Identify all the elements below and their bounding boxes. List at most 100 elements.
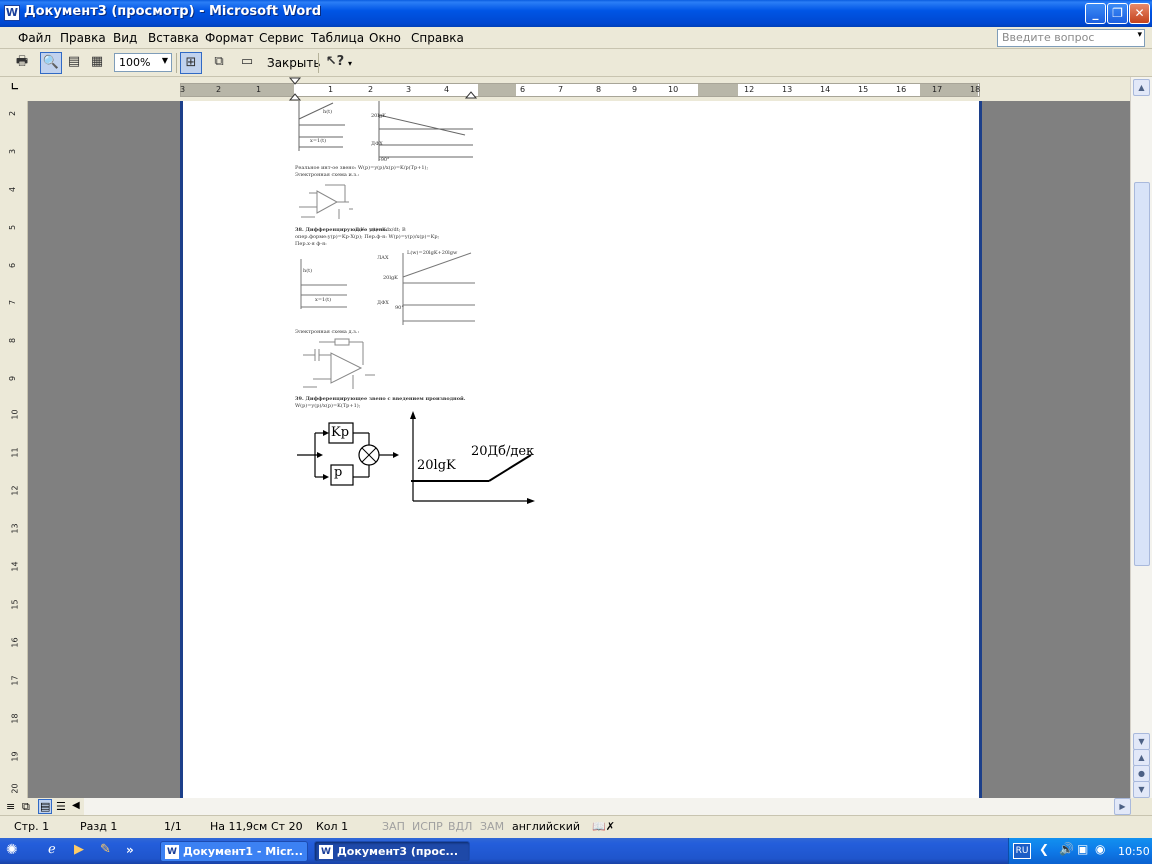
start-icon[interactable]: ✺ — [6, 842, 18, 858]
tab-stop-selector[interactable]: ∟ — [8, 82, 22, 96]
quicklaunch-more-icon[interactable]: » — [126, 843, 134, 857]
ruler-label: 3 — [180, 85, 186, 94]
status-line: Ст 20 — [271, 820, 303, 833]
outline-view-icon[interactable]: ☰ — [56, 800, 66, 813]
ruler-label: 3 — [8, 148, 18, 155]
close-button[interactable]: ✕ — [1129, 3, 1150, 24]
status-extend[interactable]: ВДЛ — [448, 820, 472, 833]
ask-question-input[interactable]: Введите вопрос ▾ — [997, 29, 1145, 47]
figure-label: 20lgK — [371, 113, 386, 119]
language-indicator[interactable]: RU — [1013, 843, 1031, 859]
select-browse-object-icon[interactable]: ● — [1133, 765, 1150, 782]
document-page[interactable]: h(t) x=1(t) 20lgK ДФХ -90° Реальное инт-… — [180, 101, 982, 798]
taskbar-item-label: Документ3 (прос... — [337, 845, 459, 858]
vertical-scroll-thumb[interactable] — [1134, 182, 1150, 566]
window-title: Документ3 (просмотр) - Microsoft Word — [24, 4, 322, 19]
multiple-pages-icon[interactable]: ▦ — [86, 52, 108, 74]
menu-tools[interactable]: Сервис — [259, 31, 304, 45]
scroll-left-icon[interactable]: ◀ — [72, 800, 80, 811]
document-background-left — [28, 101, 180, 798]
context-help-icon[interactable]: ↖? — [324, 52, 346, 74]
menu-table[interactable]: Таблица — [311, 31, 364, 45]
normal-view-icon[interactable]: ≡ — [6, 800, 15, 813]
zoom-select[interactable]: 100% ▼ — [114, 53, 172, 72]
ruler-column-gap — [478, 84, 516, 96]
menu-window[interactable]: Окно — [369, 31, 401, 45]
print-layout-icon[interactable]: ▤ — [38, 799, 53, 814]
paragraph-line: Реальное инт-ое звено: W(p)=y(p)/x(p)=K/… — [295, 165, 429, 171]
previous-page-icon[interactable]: ▲ — [1133, 749, 1150, 766]
menu-help[interactable]: Справка — [411, 31, 464, 45]
menu-format[interactable]: Формат — [205, 31, 254, 45]
taskbar-item-document3[interactable]: W Документ3 (прос... — [314, 841, 470, 862]
shrink-to-fit-icon[interactable]: ⧉ — [208, 52, 230, 74]
indent-marker-icon[interactable] — [288, 77, 302, 101]
magnifier-icon[interactable]: 🔍 — [40, 52, 62, 74]
ruler-label: 13 — [782, 85, 793, 94]
figure-label: h(t) — [323, 109, 333, 115]
ruler-label: 9 — [8, 375, 18, 382]
word-icon[interactable]: W — [4, 5, 20, 21]
status-record[interactable]: ЗАП — [382, 820, 405, 833]
horizontal-scrollbar[interactable]: ▶ — [84, 798, 1131, 815]
block-p-label: p — [334, 465, 343, 480]
menu-file[interactable]: Файл — [18, 31, 51, 45]
view-ruler-icon[interactable]: ⊞ — [180, 52, 202, 74]
one-page-icon[interactable]: ▤ — [63, 52, 85, 74]
figure-label: h(t) — [303, 268, 313, 274]
vertical-scrollbar[interactable]: ▲ ▼ ▲ ● ▼ — [1130, 77, 1152, 798]
status-overtype[interactable]: ЗАМ — [480, 820, 504, 833]
spelling-check-icon[interactable]: 📖✗ — [592, 820, 615, 833]
ask-question-placeholder: Введите вопрос — [1002, 31, 1095, 44]
figure-label: ДФХ — [377, 300, 389, 306]
menu-edit[interactable]: Правка — [60, 31, 106, 45]
minimize-button[interactable]: _ — [1085, 3, 1106, 24]
figure-label: 90° — [395, 305, 404, 311]
chevron-down-icon[interactable]: ▾ — [1137, 30, 1142, 40]
status-language[interactable]: английский — [512, 820, 580, 833]
ruler-label: 3 — [406, 85, 412, 94]
scroll-down-icon[interactable]: ▼ — [1133, 733, 1150, 750]
taskbar-item-label: Документ1 - Micr... — [183, 845, 303, 858]
tray-arrow-icon[interactable]: ❮ — [1039, 842, 1049, 856]
horizontal-ruler[interactable]: 3 2 1 1 2 3 4 6 7 8 9 10 12 13 14 15 16 … — [0, 77, 1152, 101]
taskbar-item-document1[interactable]: W Документ1 - Micr... — [160, 841, 308, 862]
quicklaunch-pencil-icon[interactable]: ✎ — [100, 842, 111, 857]
ruler-label: 2 — [8, 110, 18, 117]
vertical-ruler[interactable]: 2 3 4 5 6 7 8 9 10 11 12 13 14 15 16 17 … — [0, 101, 28, 798]
ruler-label: 16 — [10, 637, 20, 648]
print-icon[interactable]: 🖶 — [11, 52, 33, 74]
ruler-label: 11 — [10, 447, 20, 458]
tray-network-icon[interactable]: ▣ — [1077, 842, 1088, 856]
word-icon: W — [319, 845, 333, 859]
chevron-down-icon[interactable]: ▼ — [162, 56, 168, 65]
tray-security-icon[interactable]: ◉ — [1095, 842, 1105, 856]
integrator-circuit-schematic — [299, 184, 353, 219]
quicklaunch-ie-icon[interactable]: ℯ — [48, 842, 56, 857]
menu-insert[interactable]: Вставка — [148, 31, 199, 45]
ruler-label: 8 — [8, 337, 18, 344]
restore-button[interactable]: ❐ — [1107, 3, 1128, 24]
figure-label: x=1(t) — [310, 138, 327, 144]
zoom-value: 100% — [119, 56, 151, 69]
paragraph-line: опер.форме:y(p)=Kp·X(p); Пер.ф-я: W(p)=y… — [295, 234, 440, 240]
menu-view[interactable]: Вид — [113, 31, 137, 45]
right-indent-marker-icon[interactable] — [465, 87, 477, 99]
web-layout-icon[interactable]: ⧉ — [22, 800, 30, 814]
figure-label: L(w)=20lgK+20lgw — [407, 250, 458, 256]
next-page-icon[interactable]: ▼ — [1133, 781, 1150, 798]
toolbar-separator — [318, 53, 319, 73]
status-section: Разд 1 — [80, 820, 118, 833]
full-screen-icon[interactable]: ▭ — [236, 52, 258, 74]
clock[interactable]: 10:50 — [1118, 845, 1150, 858]
tray-volume-icon[interactable]: 🔊 — [1059, 842, 1074, 856]
ruler-label: 7 — [558, 85, 564, 94]
differentiator-characteristics-figure — [300, 252, 475, 325]
scroll-up-icon[interactable]: ▲ — [1133, 79, 1150, 96]
toolbar-options-icon[interactable]: ▾ — [348, 59, 352, 68]
paragraph-line: Пер.х-я ф-я: — [295, 241, 327, 247]
quicklaunch-media-icon[interactable]: ▶ — [74, 842, 84, 857]
scroll-right-icon[interactable]: ▶ — [1114, 798, 1131, 815]
close-preview-button[interactable]: Закрыть — [267, 56, 320, 70]
status-track-changes[interactable]: ИСПР — [412, 820, 443, 833]
